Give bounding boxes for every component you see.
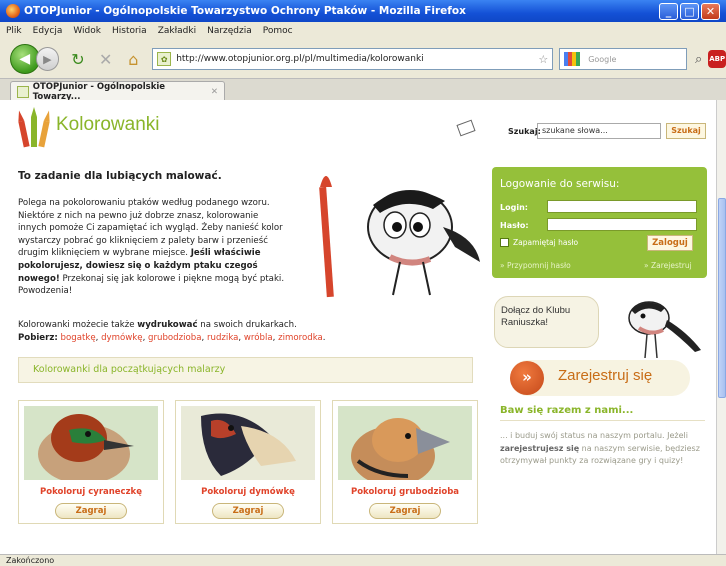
page-title: Kolorowanki bbox=[56, 114, 160, 135]
play-button-dymowka[interactable]: Zagraj bbox=[212, 503, 284, 519]
window-titlebar[interactable]: OTOPJunior - Ogólnopolskie Towarzystwo O… bbox=[0, 0, 726, 22]
site-search-input[interactable]: szukane słowa... bbox=[537, 123, 661, 139]
address-bar[interactable]: ✿ http://www.otopjunior.org.pl/pl/multim… bbox=[152, 48, 554, 70]
site-favicon-icon: ✿ bbox=[157, 52, 172, 66]
download-label: Pobierz: bbox=[18, 332, 58, 343]
tab-label: OTOPJunior - Ogólnopolskie Towarzy... bbox=[32, 81, 166, 102]
menu-pomoc[interactable]: Pomoc bbox=[263, 26, 293, 36]
club-speech-bubble: Dołącz do Klubu Raniuszka! bbox=[494, 296, 599, 348]
search-engine-placeholder: Google bbox=[588, 54, 617, 64]
download-link-dymowka[interactable]: dymówkę bbox=[101, 333, 142, 343]
remember-label[interactable]: Zapamiętaj hasło bbox=[513, 238, 578, 247]
password-label: Hasło: bbox=[500, 221, 529, 230]
download-link-grubodziob[interactable]: grubodzioba bbox=[148, 333, 201, 343]
register-button-label[interactable]: Zarejestruj się bbox=[558, 367, 652, 384]
navigation-toolbar: ◀ ▶ ↻ ✕ ⌂ ✿ http://www.otopjunior.org.pl… bbox=[0, 40, 726, 78]
menu-edycja[interactable]: Edycja bbox=[33, 26, 63, 36]
bookmark-star-icon[interactable]: ☆ bbox=[538, 53, 548, 66]
download-link-bogatka[interactable]: bogatkę bbox=[61, 333, 96, 343]
login-label: Login: bbox=[500, 203, 528, 212]
play-text-bold: zarejestrujesz się bbox=[500, 443, 580, 453]
menu-widok[interactable]: Widok bbox=[73, 26, 101, 36]
card-label-cyraneczka[interactable]: Pokoloruj cyraneczkę bbox=[19, 487, 163, 497]
site-search-label: Szukaj: bbox=[508, 127, 541, 136]
download-link-rudzik[interactable]: rudzika bbox=[207, 333, 238, 343]
hawfinch-picture bbox=[338, 406, 472, 480]
page-viewport: Kolorowanki Szukaj: szukane słowa... Szu… bbox=[0, 100, 716, 554]
firefox-icon bbox=[6, 4, 20, 18]
long-tailed-tit-illustration bbox=[628, 301, 701, 359]
vertical-scrollbar[interactable] bbox=[716, 100, 726, 554]
painter-bird-illustration bbox=[319, 176, 480, 298]
card-label-grubodziob[interactable]: Pokoloruj grubodzioba bbox=[333, 487, 477, 497]
play-text-1: ... i buduj swój status na naszym portal… bbox=[500, 431, 688, 440]
search-engine-box[interactable]: Google bbox=[559, 48, 688, 70]
envelope-icon[interactable] bbox=[456, 119, 476, 137]
coloring-card-cyraneczka[interactable]: Pokoloruj cyraneczkę Zagraj bbox=[18, 400, 164, 524]
adblock-icon[interactable]: ABP bbox=[708, 50, 726, 68]
login-title: Logowanie do serwisu: bbox=[500, 178, 620, 190]
forgot-password-link[interactable]: » Przypomnij hasło bbox=[500, 261, 571, 270]
print-paragraph: Kolorowanki możecie także wydrukować na … bbox=[18, 320, 326, 343]
scrollbar-thumb[interactable] bbox=[718, 198, 726, 398]
menu-narzedzia[interactable]: Narzędzia bbox=[207, 26, 252, 36]
home-icon[interactable]: ⌂ bbox=[125, 50, 143, 69]
print-text-1: Kolorowanki możecie także bbox=[18, 320, 138, 330]
register-button[interactable]: » Zarejestruj się bbox=[510, 360, 690, 396]
card-label-dymowka[interactable]: Pokoloruj dymówkę bbox=[176, 487, 320, 497]
teal-bird-picture bbox=[24, 406, 158, 480]
download-link-wrobel[interactable]: wróbla bbox=[244, 333, 273, 343]
download-link-zimorodek[interactable]: zimorodka bbox=[278, 333, 323, 343]
google-icon[interactable] bbox=[564, 52, 581, 66]
remember-row: Zapamiętaj hasło bbox=[500, 238, 578, 247]
play-button-grubodziob[interactable]: Zagraj bbox=[369, 503, 441, 519]
play-paragraph: ... i buduj swój status na naszym portal… bbox=[500, 430, 705, 468]
menu-bar: Plik Edycja Widok Historia Zakładki Narz… bbox=[0, 22, 726, 40]
remember-checkbox[interactable] bbox=[500, 238, 509, 247]
magnifier-icon[interactable]: ⌕ bbox=[695, 52, 702, 67]
site-search-button[interactable]: Szukaj bbox=[666, 123, 706, 139]
play-heading: Baw się razem z nami... bbox=[500, 405, 705, 421]
minimize-button[interactable]: _ bbox=[659, 2, 678, 20]
section-header: Kolorowanki dla początkujących malarzy bbox=[18, 357, 473, 383]
password-input[interactable] bbox=[547, 218, 697, 231]
close-window-button[interactable]: ✕ bbox=[701, 2, 720, 20]
print-text-2: na swoich drukarkach. bbox=[197, 320, 297, 330]
maximize-button[interactable]: □ bbox=[680, 2, 699, 20]
stop-icon[interactable]: ✕ bbox=[97, 50, 115, 69]
tab-otopjunior[interactable]: OTOPJunior - Ogólnopolskie Towarzy... ✕ bbox=[10, 81, 225, 102]
intro-paragraph: Polega na pokolorowaniu ptaków według po… bbox=[18, 197, 288, 298]
menu-plik[interactable]: Plik bbox=[6, 26, 22, 36]
menu-zakladki[interactable]: Zakładki bbox=[158, 26, 196, 36]
tab-favicon-icon bbox=[17, 85, 29, 98]
login-panel: Logowanie do serwisu: Login: Hasło: Zapa… bbox=[492, 167, 707, 278]
double-arrow-icon[interactable]: » bbox=[510, 361, 544, 395]
tab-bar: OTOPJunior - Ogólnopolskie Towarzy... ✕ bbox=[0, 78, 726, 102]
status-bar: Zakończono bbox=[0, 554, 726, 566]
login-input[interactable] bbox=[547, 200, 697, 213]
login-button[interactable]: Zaloguj bbox=[647, 235, 693, 251]
coloring-card-dymowka[interactable]: Pokoloruj dymówkę Zagraj bbox=[175, 400, 321, 524]
content-heading: To zadanie dla lubiących malować. bbox=[18, 170, 222, 182]
play-button-cyraneczka[interactable]: Zagraj bbox=[55, 503, 127, 519]
forward-button[interactable]: ▶ bbox=[35, 47, 60, 71]
tab-close-icon[interactable]: ✕ bbox=[211, 87, 218, 97]
register-link[interactable]: » Zarejestruj bbox=[644, 261, 692, 270]
reload-icon[interactable]: ↻ bbox=[69, 50, 87, 69]
crayons-logo bbox=[18, 107, 50, 148]
menu-historia[interactable]: Historia bbox=[112, 26, 147, 36]
coloring-card-grubodziob[interactable]: Pokoloruj grubodzioba Zagraj bbox=[332, 400, 478, 524]
swallow-picture bbox=[181, 406, 315, 480]
url-text[interactable]: http://www.otopjunior.org.pl/pl/multimed… bbox=[176, 54, 538, 64]
print-bold: wydrukować bbox=[137, 320, 198, 330]
window-title: OTOPJunior - Ogólnopolskie Towarzystwo O… bbox=[24, 5, 466, 17]
